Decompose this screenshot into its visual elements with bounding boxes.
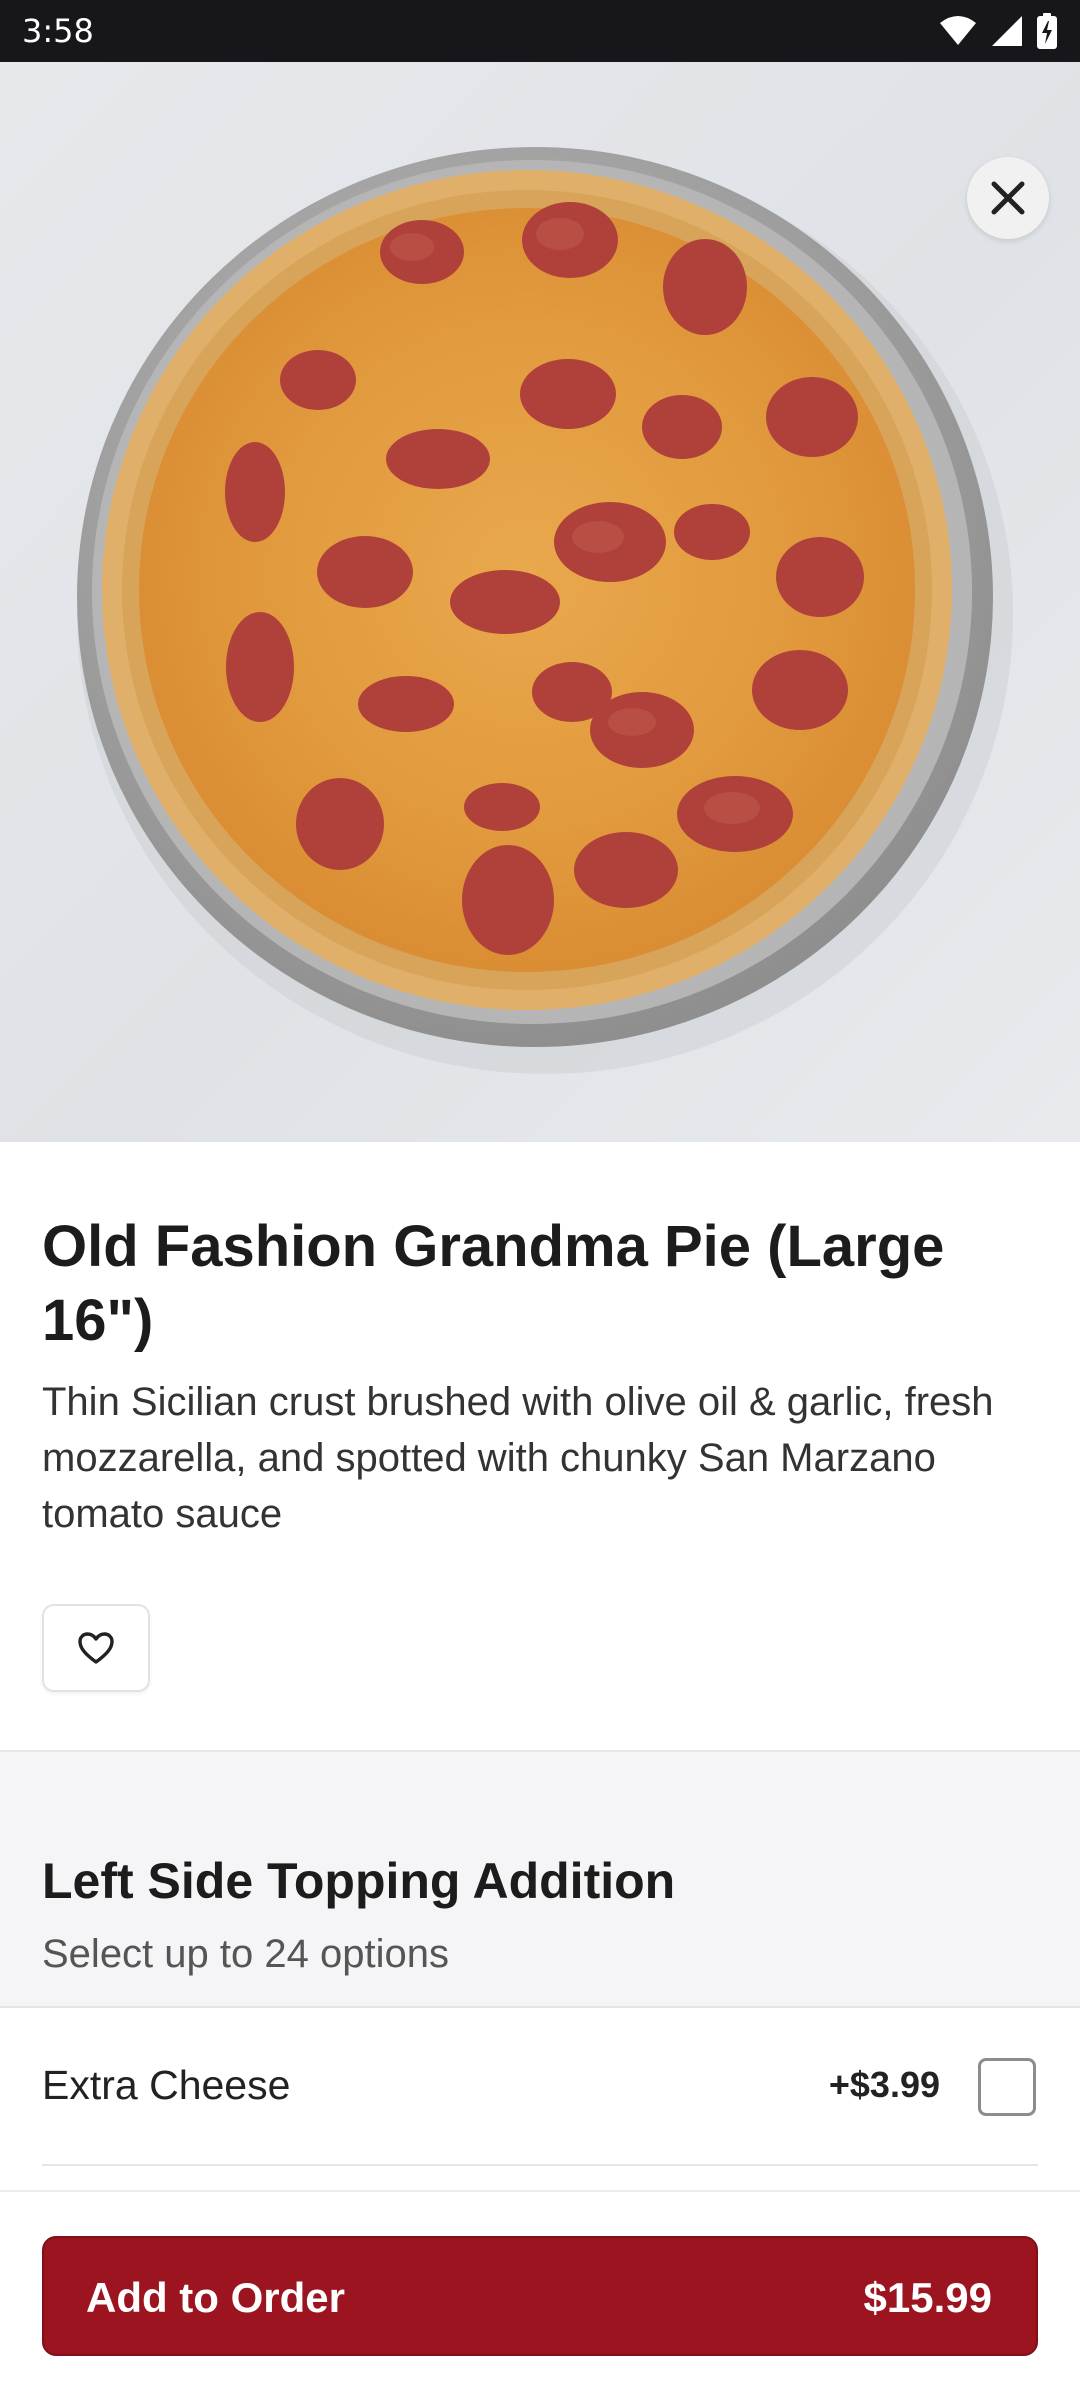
battery-charging-icon [1037, 13, 1057, 49]
divider [42, 2164, 1038, 2166]
close-button[interactable] [967, 157, 1049, 239]
item-title: Old Fashion Grandma Pie (Large 16") [42, 1214, 945, 1353]
item-description: Thin Sicilian crust brushed with olive o… [42, 1380, 994, 1536]
wifi-icon [940, 16, 976, 45]
option-checkbox[interactable] [978, 2058, 1036, 2116]
status-bar: 3:58 [0, 0, 1080, 62]
add-to-order-price: $15.99 [863, 2274, 992, 2321]
modifier-group-title: Left Side Topping Addition [42, 1853, 676, 1909]
bottom-action-bar: Add to Order $15.99 [0, 2190, 1080, 2400]
option-price: +$3.99 [828, 2064, 940, 2105]
add-to-order-label: Add to Order [86, 2274, 345, 2321]
option-row-extra-cheese[interactable]: Extra Cheese +$3.99 [0, 2008, 1080, 2166]
item-details: Old Fashion Grandma Pie (Large 16") Thin… [0, 1142, 1080, 1752]
status-time: 3:58 [22, 12, 94, 50]
item-image [0, 62, 1080, 1142]
close-icon [991, 181, 1025, 215]
pizza-photo [77, 147, 1013, 1074]
cellular-signal-icon [992, 16, 1022, 46]
modifier-group-subtitle: Select up to 24 options [42, 1932, 449, 1976]
option-label: Extra Cheese [42, 2062, 291, 2108]
status-icons [938, 12, 1058, 50]
modifier-group-header: Left Side Topping Addition Select up to … [0, 1752, 1080, 2008]
heart-icon [78, 1632, 114, 1664]
add-to-order-button[interactable]: Add to Order $15.99 [42, 2236, 1038, 2356]
favorite-button[interactable] [42, 1604, 150, 1692]
